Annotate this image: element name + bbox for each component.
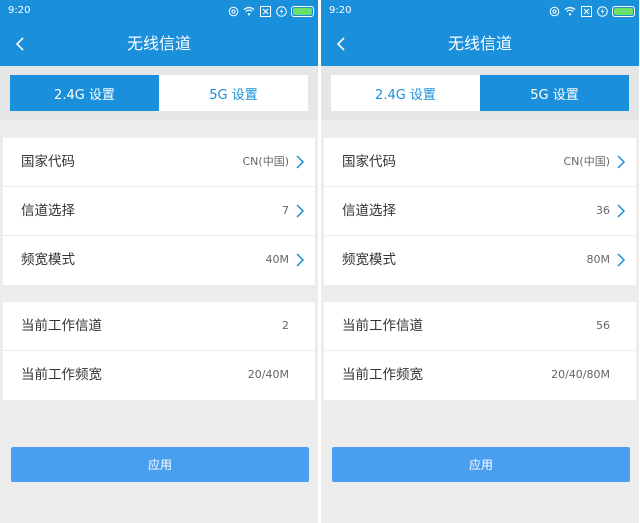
alarm-icon — [548, 5, 560, 17]
row-label: 信道选择 — [21, 203, 75, 219]
current-bandwidth-row: 当前工作频宽 20/40M — [3, 351, 315, 400]
channel-select-row[interactable]: 信道选择 36 — [324, 187, 636, 236]
status-time: 9:20 — [329, 5, 352, 16]
row-value: 56 — [596, 319, 610, 332]
status-group: 当前工作信道 2 当前工作频宽 20/40M — [3, 302, 315, 400]
row-value: 7 — [282, 204, 289, 217]
chevron-right-icon — [296, 155, 305, 169]
current-channel-row: 当前工作信道 56 — [324, 302, 636, 351]
chevron-right-icon — [617, 155, 626, 169]
wifi-icon — [564, 5, 576, 17]
row-value: CN(中国) — [242, 155, 290, 168]
status-bar: 9:20 — [0, 0, 318, 22]
page-title: 无线信道 — [126, 34, 191, 53]
chevron-right-icon — [296, 204, 305, 218]
row-label: 频宽模式 — [21, 252, 75, 268]
row-value: 2 — [282, 319, 289, 332]
channel-select-row[interactable]: 信道选择 7 — [3, 187, 315, 236]
row-value: 20/40M — [247, 368, 289, 381]
flash-icon — [275, 5, 287, 17]
row-value: 36 — [596, 204, 610, 217]
tab-bar: 2.4G 设置 5G 设置 — [321, 66, 639, 120]
page-title: 无线信道 — [447, 34, 512, 53]
tab-2g-settings[interactable]: 2.4G 设置 — [10, 75, 159, 111]
current-channel-row: 当前工作信道 2 — [3, 302, 315, 351]
apply-button[interactable]: 应用 — [11, 447, 309, 482]
tab-2g-settings[interactable]: 2.4G 设置 — [331, 75, 480, 111]
row-label: 当前工作信道 — [21, 318, 102, 334]
row-value: 20/40/80M — [551, 368, 610, 381]
settings-group: 国家代码 CN(中国) 信道选择 36 频宽模式 80M — [324, 138, 636, 285]
screen-5g: 9:20 无线信道 2.4G 设置 5G 设置 国家代码 CN(中国) 信道选择… — [321, 0, 639, 523]
wifi-icon — [243, 5, 255, 17]
notification-x-icon — [580, 5, 592, 17]
tab-bar: 2.4G 设置 5G 设置 — [0, 66, 318, 120]
tab-5g-settings[interactable]: 5G 设置 — [159, 75, 308, 111]
row-label: 国家代码 — [21, 154, 75, 170]
settings-group: 国家代码 CN(中国) 信道选择 7 频宽模式 40M — [3, 138, 315, 285]
battery-icon — [291, 5, 314, 17]
row-label: 当前工作信道 — [342, 318, 423, 334]
row-label: 频宽模式 — [342, 252, 396, 268]
flash-icon — [596, 5, 608, 17]
row-value: 40M — [265, 253, 290, 266]
screen-2g: 9:20 无线信道 2.4G 设置 5G 设置 国家代码 CN(中国) 信道选择… — [0, 0, 318, 523]
status-group: 当前工作信道 56 当前工作频宽 20/40/80M — [324, 302, 636, 400]
status-bar: 9:20 — [321, 0, 639, 22]
tab-5g-settings[interactable]: 5G 设置 — [480, 75, 629, 111]
row-value: 80M — [586, 253, 611, 266]
alarm-icon — [227, 5, 239, 17]
country-code-row[interactable]: 国家代码 CN(中国) — [3, 138, 315, 187]
chevron-right-icon — [617, 204, 626, 218]
bandwidth-mode-row[interactable]: 频宽模式 40M — [3, 236, 315, 285]
chevron-right-icon — [617, 253, 626, 267]
title-bar: 无线信道 — [321, 22, 639, 66]
row-label: 当前工作频宽 — [342, 367, 423, 383]
row-label: 信道选择 — [342, 203, 396, 219]
row-value: CN(中国) — [563, 155, 611, 168]
country-code-row[interactable]: 国家代码 CN(中国) — [324, 138, 636, 187]
battery-icon — [612, 5, 635, 17]
bandwidth-mode-row[interactable]: 频宽模式 80M — [324, 236, 636, 285]
status-icons — [548, 4, 635, 18]
notification-x-icon — [259, 5, 271, 17]
chevron-right-icon — [296, 253, 305, 267]
status-icons — [227, 4, 314, 18]
title-bar: 无线信道 — [0, 22, 318, 66]
apply-button[interactable]: 应用 — [332, 447, 630, 482]
status-time: 9:20 — [8, 5, 31, 16]
current-bandwidth-row: 当前工作频宽 20/40/80M — [324, 351, 636, 400]
row-label: 当前工作频宽 — [21, 367, 102, 383]
row-label: 国家代码 — [342, 154, 396, 170]
